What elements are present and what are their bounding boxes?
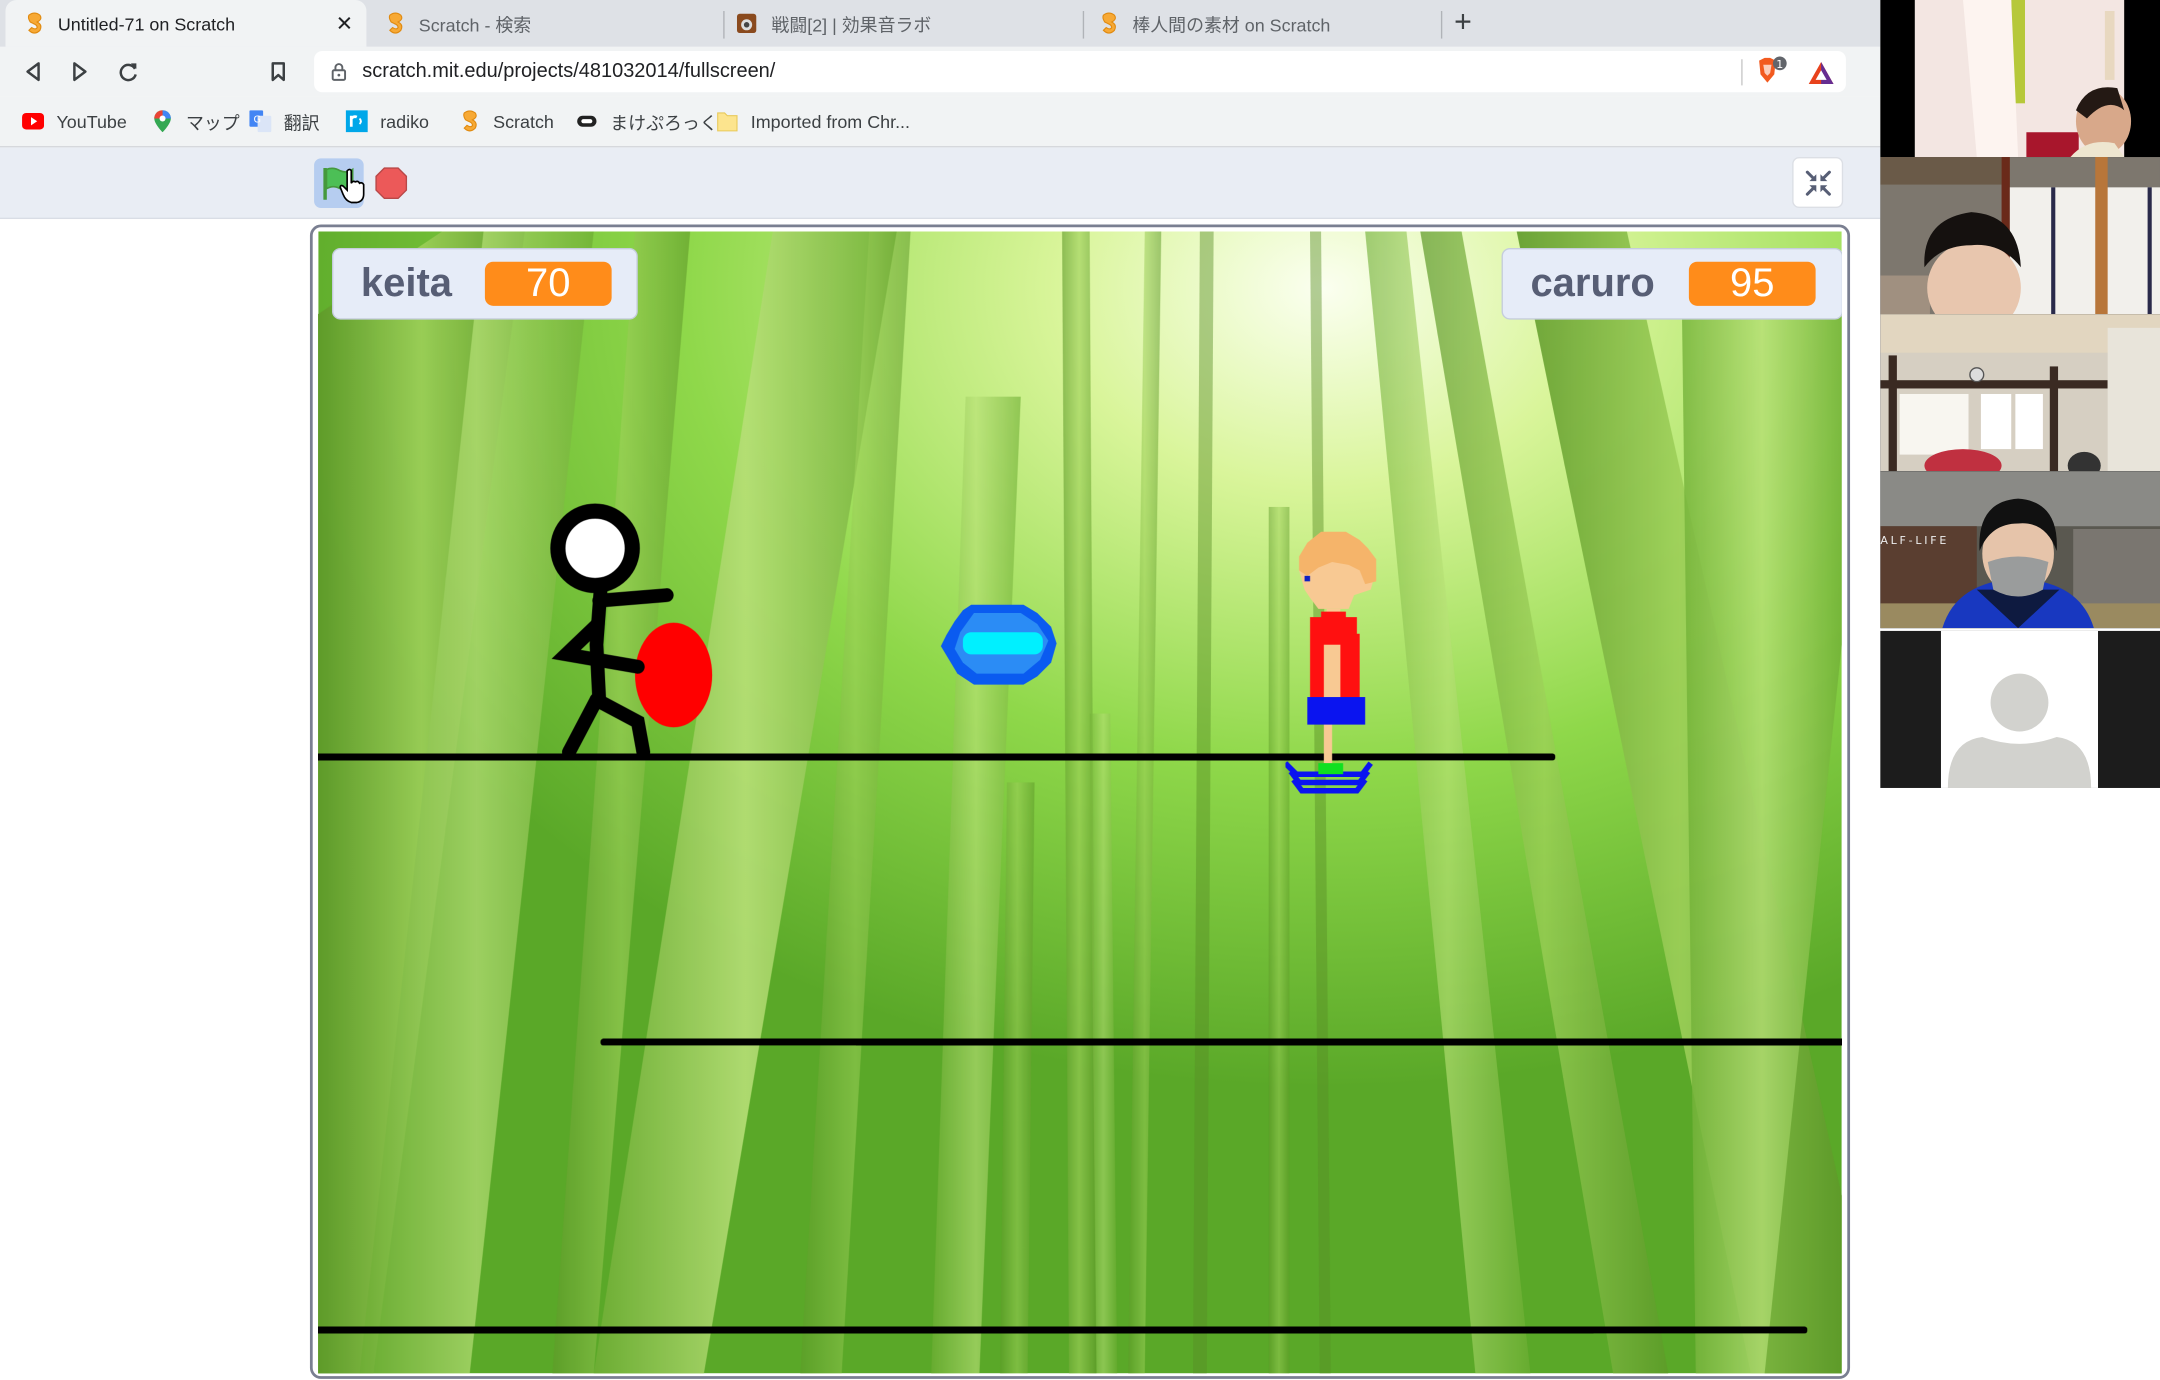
monitor-label: caruro [1530, 261, 1655, 306]
bookmark-label: YouTube [56, 110, 127, 132]
bookmark-translate[interactable]: G 翻訳 [249, 109, 320, 134]
bookmark-icon [271, 62, 286, 82]
monitor-value: 70 [484, 261, 612, 306]
radiko-icon [345, 110, 368, 133]
participant-tile-4[interactable]: ALF-LIFE [1880, 471, 2160, 629]
new-tab-button[interactable]: + [1449, 5, 1477, 39]
tab-strip: Untitled-71 on Scratch ✕ Scratch - 検索 戦闘… [0, 0, 1881, 47]
exit-fullscreen-button[interactable] [1792, 157, 1844, 209]
bookmark-label: まけぷろっく [610, 112, 718, 133]
bookmark-radiko[interactable]: radiko [345, 109, 429, 134]
variable-monitor-keita: keita 70 [331, 247, 638, 320]
youtube-icon [22, 112, 45, 130]
pixel-character-sprite[interactable] [1285, 529, 1381, 799]
bookmark-label: マップ [185, 112, 240, 133]
bookmark-maps[interactable]: マップ [152, 109, 240, 134]
omnibox-divider [1741, 59, 1743, 86]
platform-line-bottom [318, 1326, 1808, 1334]
tab-title: Untitled-71 on Scratch [57, 13, 236, 34]
bookmark-youtube[interactable]: YouTube [22, 109, 127, 134]
scratch-favicon [388, 12, 403, 34]
participant-video: ALF-LIFE [1880, 471, 2160, 629]
address-bar[interactable]: scratch.mit.edu/projects/481032014/fulls… [314, 50, 1846, 93]
screen: Untitled-71 on Scratch ✕ Scratch - 検索 戦闘… [0, 0, 2160, 1380]
scratch-favicon [27, 12, 42, 34]
scratch-favicon [463, 110, 477, 132]
speaker-favicon [736, 13, 757, 34]
tab-divider [1440, 11, 1443, 39]
close-tab-icon[interactable]: ✕ [331, 11, 359, 35]
bookmark-button[interactable] [262, 55, 295, 88]
scratch-favicon [1102, 12, 1116, 34]
unfullscreen-icon [1805, 169, 1831, 196]
bamboo-forest-backdrop [318, 231, 1842, 1374]
translate-icon: G [249, 110, 272, 133]
tab-sound-lab[interactable]: 戦闘[2] | 効果音ラボ [716, 0, 1080, 47]
variable-monitor-caruro: caruro 95 [1501, 247, 1842, 320]
brave-rewards-icon[interactable] [1807, 61, 1835, 86]
blue-energy-ball-sprite [940, 604, 1057, 685]
tab-untitled-71[interactable]: Untitled-71 on Scratch ✕ [5, 0, 367, 47]
tab-scratch-search[interactable]: Scratch - 検索 [366, 0, 721, 47]
reload-button[interactable] [112, 55, 145, 88]
participant-video [1880, 0, 2160, 158]
stage-frame: keita 70 caruro 95 [309, 224, 1851, 1379]
person-silhouette-icon [1947, 673, 2092, 788]
hand-cursor-icon [339, 168, 365, 204]
forward-button[interactable] [63, 55, 96, 88]
monitor-value: 95 [1688, 261, 1816, 306]
participant-video [1880, 157, 2160, 315]
svg-text:G: G [253, 115, 260, 126]
back-button[interactable] [17, 55, 50, 88]
bookmark-label: radiko [380, 110, 429, 132]
participant-tile-1[interactable] [1880, 0, 2160, 158]
bookmark-scratch[interactable]: Scratch [459, 109, 554, 134]
participant-tile-2[interactable] [1880, 157, 2160, 315]
bookmark-label: 翻訳 [283, 112, 320, 133]
bookmark-label: Scratch [493, 110, 554, 132]
half-life-text: ALF-LIFE [1880, 534, 1949, 547]
browser-toolbar: scratch.mit.edu/projects/481032014/fulls… [0, 46, 1881, 97]
bookmark-label: Imported from Chr... [750, 110, 911, 132]
browser-window: Untitled-71 on Scratch ✕ Scratch - 検索 戦闘… [0, 0, 1881, 1380]
participant-tile-5[interactable] [1880, 630, 2160, 788]
folder-icon [717, 112, 738, 132]
makeblock-icon [577, 115, 597, 127]
scratch-player-controls [0, 147, 1881, 220]
tab-stickman-assets[interactable]: 棒人間の素材 on Scratch [1080, 0, 1441, 47]
stop-button[interactable] [375, 167, 408, 200]
forward-arrow-icon [73, 62, 87, 82]
scratch-stage[interactable]: keita 70 caruro 95 [318, 231, 1842, 1374]
tab-title: 戦闘[2] | 効果音ラボ [771, 14, 932, 36]
red-shield [635, 622, 713, 728]
participant-video [1880, 314, 2160, 472]
bookmark-folder-imported[interactable]: Imported from Chr... [716, 109, 910, 134]
maps-icon [154, 110, 171, 133]
participant-tile-3[interactable] [1880, 314, 2160, 472]
shields-badge: 1 [1776, 58, 1783, 71]
tab-title: Scratch - 検索 [418, 14, 532, 36]
tab-title: 棒人間の素材 on Scratch [1132, 14, 1331, 36]
bookmarks-bar: YouTube マップ G 翻訳 radiko Scratch まけぷろっく I… [0, 96, 1881, 148]
brave-shields-icon[interactable]: 1 [1755, 56, 1791, 86]
stick-figure-sprite[interactable] [539, 493, 718, 769]
bookmark-makeblock[interactable]: まけぷろっく [576, 109, 718, 134]
url-text[interactable]: scratch.mit.edu/projects/481032014/fulls… [362, 61, 775, 83]
reload-icon [119, 63, 137, 82]
platform-line-middle [600, 1038, 1842, 1046]
monitor-label: keita [360, 261, 452, 306]
lock-icon [331, 63, 347, 81]
avatar-placeholder [1940, 630, 2099, 788]
video-call-gallery: ALF-LIFE [1880, 0, 2160, 1380]
back-arrow-icon [26, 62, 40, 82]
